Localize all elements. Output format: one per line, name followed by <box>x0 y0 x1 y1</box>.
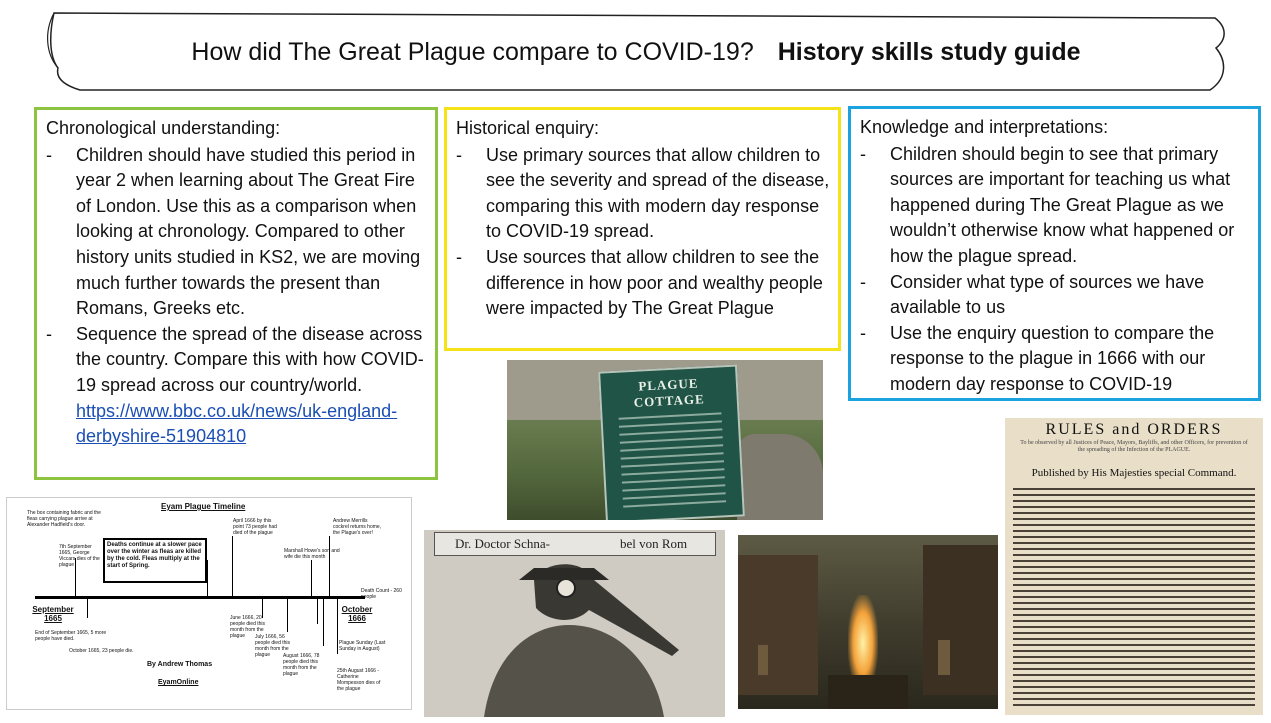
timeline-start-label: September 1665 <box>32 605 74 623</box>
timeline-aug-note: August 1666, 78 people died this month f… <box>283 653 320 677</box>
boulder <box>737 434 823 520</box>
rules-title: RULES and ORDERS <box>1045 421 1223 438</box>
knowledge-item: Children should begin to see that primar… <box>860 142 1250 270</box>
timeline-sep7-note: 7th September 1665, George Viccars dies … <box>59 544 100 568</box>
timeline-author: By Andrew Thomas <box>147 661 213 668</box>
title-subject: History skills study guide <box>777 38 1081 66</box>
chronology-item: Children should have studied this period… <box>46 143 427 322</box>
timeline-oct1665-note: October 1665, 23 people die. <box>69 648 134 654</box>
chronology-panel: Chronological understanding: Children sh… <box>34 107 438 480</box>
timeline-site: EyamOnline <box>158 679 199 686</box>
page-title: How did The Great Plague compare to COVI… <box>40 38 1232 67</box>
chronology-item: Sequence the spread of the disease acros… <box>46 322 427 450</box>
enquiry-heading: Historical enquiry: <box>456 118 600 138</box>
knowledge-heading: Knowledge and interpretations: <box>860 117 1109 137</box>
knowledge-item: Consider what type of sources we have av… <box>860 270 1250 321</box>
plague-cottage-sign: PLAGUE COTTAGE <box>598 364 745 520</box>
timeline-aug25-note: 25th August 1666 - Catherine Mompesson d… <box>337 668 381 692</box>
enquiry-item: Use sources that allow children to see t… <box>456 245 830 322</box>
timeline-death-count: Death Count - 260 people <box>361 588 402 600</box>
title-question: How did The Great Plague compare to COVI… <box>191 38 754 66</box>
enquiry-item: Use primary sources that allow children … <box>456 143 830 245</box>
plague-street-painting <box>738 535 998 709</box>
plague-doctor-engraving: Dr. Doctor Schna- bel von Rom <box>424 530 725 717</box>
plague-doctor-figure <box>484 564 679 717</box>
timeline-sunday-note: Plague Sunday (Last Sunday in August) <box>339 640 386 652</box>
eyam-plague-timeline: Eyam Plague Timeline The box containing … <box>6 497 412 710</box>
timeline-end-label: October 1666 <box>341 605 373 623</box>
timeline-end-sep-note: End of September 1665, 5 more people hav… <box>35 630 107 642</box>
chronology-heading: Chronological understanding: <box>46 118 281 138</box>
sign-title: PLAGUE COTTAGE <box>633 375 706 410</box>
knowledge-item: Use the enquiry question to compare the … <box>860 321 1250 398</box>
enquiry-panel: Historical enquiry: Use primary sources … <box>444 107 841 351</box>
rules-subtitle: To be observed by all Justices of Peace,… <box>1020 440 1248 453</box>
knowledge-panel: Knowledge and interpretations: Children … <box>848 106 1261 401</box>
timeline-hawe-note: Marshall Howe's son and wife die this mo… <box>284 548 340 560</box>
rules-published: Published by His Majesties special Comma… <box>1031 467 1237 479</box>
timeline-title: Eyam Plague Timeline <box>161 502 246 511</box>
title-banner: How did The Great Plague compare to COVI… <box>40 10 1232 92</box>
timeline-merrill-note: Andrew Merrills cockrel returns home, th… <box>333 518 382 536</box>
rules-body-text <box>1013 488 1255 706</box>
bonfire <box>848 595 878 675</box>
timeline-april-note: April 1666 by this point 73 people had d… <box>233 518 277 536</box>
timeline-axis <box>35 596 365 599</box>
plague-cottage-photo: PLAGUE COTTAGE <box>507 360 823 520</box>
bbc-news-link[interactable]: https://www.bbc.co.uk/news/uk-england-de… <box>76 401 397 447</box>
rules-and-orders-document: RULES and ORDERS To be observed by all J… <box>1005 418 1263 715</box>
chronology-item-text: Sequence the spread of the disease acros… <box>76 323 424 395</box>
timeline-winter-callout: Deaths continue at a slower pace over th… <box>103 538 207 583</box>
timeline-fabric-note: The box containing fabric and the fleas … <box>27 510 101 528</box>
